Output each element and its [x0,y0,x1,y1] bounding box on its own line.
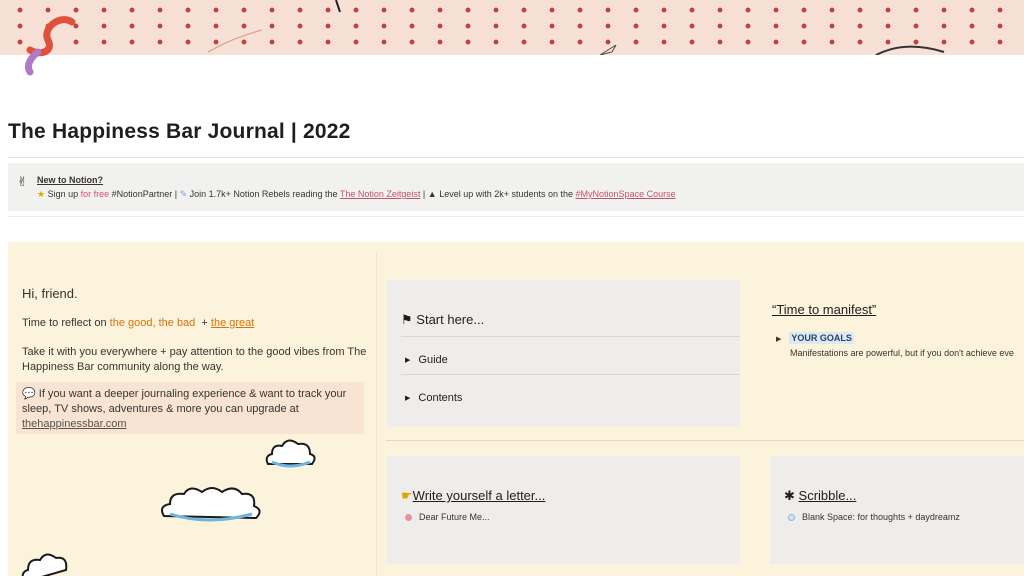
partner-text: #NotionPartner | [111,189,178,199]
flag-icon: ⚑ [401,312,413,327]
callout-body: ★ Sign up for free #NotionPartner | ✎ Jo… [37,189,676,200]
section-divider [386,440,1024,441]
start-here-card: ⚑ Start here... ▶ Guide ▶ Contents [387,280,740,427]
scribble-heading: ✱ Scribble... [784,488,856,504]
column-divider [376,252,377,576]
item-label: Blank Space: for thoughts + daydreamz [802,512,960,522]
for-free-link[interactable]: for free [81,189,110,199]
greeting: Hi, friend. [22,286,78,301]
divider [401,374,740,375]
toggle-label: Guide [418,354,448,366]
callout-notion-info: ✌ New to Notion? ★ Sign up for free #Not… [8,163,1024,211]
syringe-icon: ✎ [179,189,188,199]
great-text: the great [210,317,255,329]
asterisk-icon: ✱ [784,488,795,503]
manifest-heading: “Time to manifest” [772,302,877,317]
letter-title: Write yourself a letter... [412,488,546,503]
cover-doodles [207,0,945,55]
squiggle-decoration [24,16,76,76]
divider [401,336,740,337]
bad-text: the bad [158,317,196,329]
toggle-triangle-icon[interactable]: ▶ [405,356,410,364]
grad-cap-icon: ▲ [427,189,437,199]
pointing-hand-icon: ☛ [401,488,413,503]
goals-description: Manifestations are powerful, but if you … [790,348,1014,358]
divider [8,216,1024,217]
plus-sign: + [201,317,208,329]
toggle-triangle-icon[interactable]: ▶ [405,394,410,402]
start-here-heading: ⚑ Start here... [401,312,484,328]
toggle-label: Contents [418,392,463,404]
toggle-guide[interactable]: ▶ Guide [405,354,448,366]
sign-up-text: Sign up [47,189,79,199]
scribble-card: ✱ Scribble... Blank Space: for thoughts … [770,456,1024,564]
join-text: Join 1.7k+ Notion Rebels reading the [189,189,338,199]
toggle-contents[interactable]: ▶ Contents [405,392,462,404]
course-link[interactable]: #MyNotionSpace Course [576,189,676,199]
bubble-icon [788,514,795,521]
callout-heading[interactable]: New to Notion? [37,175,103,185]
cloud-decoration [265,439,316,468]
item-label: Dear Future Me... [419,512,490,522]
letter-card: ☛Write yourself a letter... Dear Future … [387,456,740,564]
take-it-text: Take it with you everywhere + pay attent… [22,346,367,373]
zeitgeist-link[interactable]: The Notion Zeitgeist [340,189,421,199]
blank-space-item[interactable]: Blank Space: for thoughts + daydreamz [788,512,960,522]
toggle-triangle-icon[interactable]: ▶ [776,336,781,343]
comma: , [152,317,156,329]
upgrade-callout: 💬 If you want a deeper journaling experi… [16,382,364,434]
cover-image [0,0,1024,55]
reflect-prefix: Time to reflect on [22,317,107,329]
page-title: The Happiness Bar Journal | 2022 [8,120,351,143]
good-text: the good [109,317,153,329]
divider [8,157,1024,158]
reflect-line: Time to reflect on the good, the bad + t… [22,317,254,329]
star-icon: ★ [37,189,46,199]
main-panel: Hi, friend. Time to reflect on the good,… [8,242,1024,576]
upgrade-text: If you want a deeper journaling experien… [22,388,347,415]
speech-bubble-icon: 💬 [22,388,36,400]
letter-heading: ☛Write yourself a letter... [401,488,545,504]
scribble-title: Scribble... [798,488,857,503]
cloud-decoration [161,487,261,522]
dear-future-me-item[interactable]: Dear Future Me... [405,512,490,522]
level-up-text: Level up with 2k+ students on the [439,189,574,199]
happiness-bar-link[interactable]: thehappinessbar.com [22,418,127,430]
toggle-your-goals[interactable]: ▶ YOUR GOALS [776,332,854,344]
victory-hand-icon: ✌ [17,174,28,189]
separator-text: | [422,189,426,199]
cloud-decoration [21,553,68,576]
start-here-title: Start here... [416,312,485,327]
goals-label: YOUR GOALS [789,332,854,344]
pink-circle-icon [405,514,412,521]
